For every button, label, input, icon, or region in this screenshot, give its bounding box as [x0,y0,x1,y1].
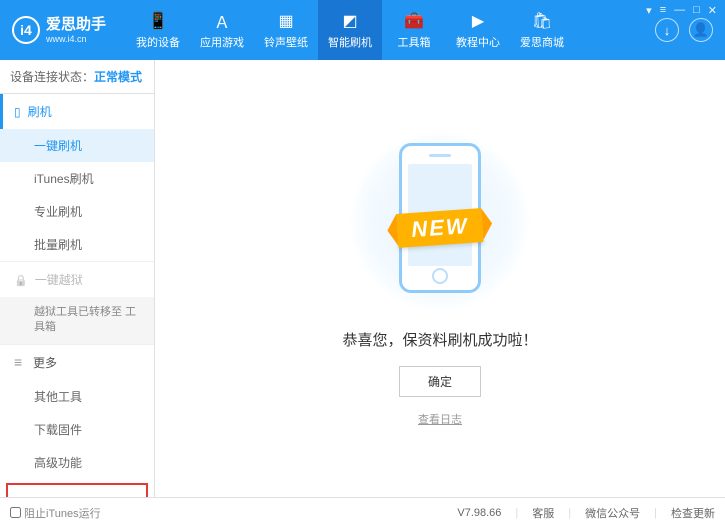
ok-button[interactable]: 确定 [399,366,481,397]
menu-icon[interactable]: ▾ [646,4,652,17]
app-header: i4 爱思助手 www.i4.cn 📱我的设备 Ａ应用游戏 ▦铃声壁纸 ◩智能刷… [0,0,725,60]
flash-icon: ◩ [340,11,360,31]
download-button[interactable]: ↓ [655,18,679,42]
hamburger-icon [14,354,26,370]
sidebar-item-itunes-flash[interactable]: iTunes刷机 [0,162,154,195]
nav-my-device[interactable]: 📱我的设备 [126,0,190,60]
sidebar-item-batch-flash[interactable]: 批量刷机 [0,228,154,261]
footer-link-support[interactable]: 客服 [532,505,554,521]
app-subtitle: www.i4.cn [46,34,106,45]
sidebar-item-download-firmware[interactable]: 下载固件 [0,413,154,446]
close-icon[interactable]: ✕ [708,4,717,17]
nav-flash[interactable]: ◩智能刷机 [318,0,382,60]
success-illustration: NEW [350,131,530,311]
auto-activate-checkbox[interactable]: 自动激活 [16,495,72,497]
user-button[interactable]: 👤 [689,18,713,42]
window-controls: ▾ ≡ — □ ✕ [646,4,717,17]
sidebar: 设备连接状态：正常模式 ▯ 刷机 一键刷机 iTunes刷机 专业刷机 批量刷机… [0,60,155,497]
jailbreak-moved-note: 越狱工具已转移至 工具箱 [0,297,154,344]
wallpaper-icon: ▦ [276,11,296,31]
app-title: 爱思助手 [46,16,106,34]
version-label: V7.98.66 [457,507,501,519]
nav-tutorial[interactable]: ▶教程中心 [446,0,510,60]
block-itunes-checkbox[interactable]: 阻止iTunes运行 [10,505,101,521]
sidebar-section-jailbreak: 一键越狱 [0,262,154,297]
nav-ringtone[interactable]: ▦铃声壁纸 [254,0,318,60]
app-logo: i4 爱思助手 www.i4.cn [12,16,106,45]
top-nav: 📱我的设备 Ａ应用游戏 ▦铃声壁纸 ◩智能刷机 🧰工具箱 ▶教程中心 🛍爱思商城 [126,0,655,60]
skip-guide-checkbox[interactable]: 跳过向导 [82,495,138,497]
minimize-icon[interactable]: — [674,4,685,17]
maximize-icon[interactable]: □ [693,4,700,17]
lock-icon [14,273,28,287]
settings-icon[interactable]: ≡ [660,4,666,17]
options-highlight-box: 自动激活 跳过向导 [6,483,148,497]
sidebar-item-other-tools[interactable]: 其他工具 [0,380,154,413]
phone-icon: ▯ [14,105,21,119]
nav-toolbox[interactable]: 🧰工具箱 [382,0,446,60]
store-icon: 🛍 [532,11,552,31]
header-right: ↓ 👤 [655,18,713,42]
apps-icon: Ａ [212,11,232,31]
device-icon: 📱 [148,11,168,31]
sidebar-item-oneclick-flash[interactable]: 一键刷机 [0,129,154,162]
view-log-link[interactable]: 查看日志 [418,411,462,427]
footer-link-update[interactable]: 检查更新 [671,505,715,521]
new-ribbon: NEW [396,208,483,248]
sidebar-section-more[interactable]: 更多 [0,345,154,380]
sidebar-section-flash[interactable]: ▯ 刷机 [0,94,154,129]
sidebar-item-advanced[interactable]: 高级功能 [0,446,154,479]
footer-link-wechat[interactable]: 微信公众号 [585,505,640,521]
logo-icon: i4 [12,16,40,44]
footer: 阻止iTunes运行 V7.98.66 | 客服 | 微信公众号 | 检查更新 [0,497,725,527]
sidebar-item-pro-flash[interactable]: 专业刷机 [0,195,154,228]
connection-status: 设备连接状态：正常模式 [0,60,154,94]
toolbox-icon: 🧰 [404,11,424,31]
main-content: NEW 恭喜您，保资料刷机成功啦！ 确定 查看日志 [155,60,725,497]
nav-store[interactable]: 🛍爱思商城 [510,0,574,60]
nav-apps[interactable]: Ａ应用游戏 [190,0,254,60]
tutorial-icon: ▶ [468,11,488,31]
success-message: 恭喜您，保资料刷机成功啦！ [342,329,537,350]
